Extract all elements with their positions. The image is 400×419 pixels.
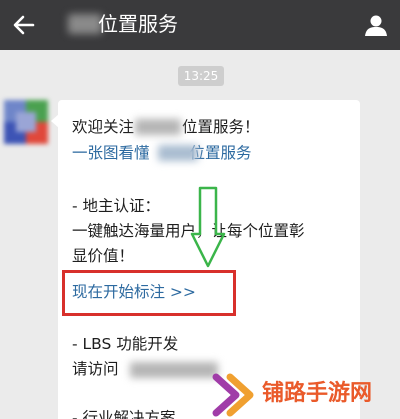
watermark-text: 铺路手游网 bbox=[262, 381, 373, 406]
article-link-prefix: 一张图看懂 bbox=[72, 144, 150, 162]
blurred-title-prefix bbox=[68, 14, 102, 34]
brand-logo-icon bbox=[212, 373, 254, 417]
back-button[interactable] bbox=[8, 9, 40, 41]
blurred-url bbox=[130, 362, 218, 378]
article-link-suffix: 位置服务 bbox=[189, 144, 252, 162]
visit-label: 请访问 bbox=[72, 360, 119, 378]
annotation-down-arrow-icon bbox=[190, 186, 226, 268]
avatar[interactable] bbox=[4, 100, 48, 144]
back-arrow-icon bbox=[13, 15, 35, 35]
section-text-line-2: 显价值！ bbox=[72, 247, 135, 265]
blurred-name bbox=[158, 145, 198, 161]
user-profile-icon bbox=[365, 15, 387, 36]
top-bar: 位置服务 bbox=[0, 0, 400, 50]
section-title-solutions: - 行业解决方案 bbox=[72, 409, 176, 419]
start-tagging-link[interactable]: 现在开始标注 >> bbox=[72, 280, 196, 304]
section-title-lbs: - LBS 功能开发 bbox=[72, 335, 179, 353]
section-title-landlord: - 地主认证： bbox=[72, 197, 161, 215]
welcome-prefix: 欢迎关注 bbox=[72, 118, 135, 136]
visit-text: 请访问 bbox=[72, 357, 119, 381]
section-text-line-1: 一键触达海量用户，让每个位置彰 bbox=[72, 222, 305, 240]
message-timestamp: 13:25 bbox=[178, 66, 224, 86]
welcome-suffix: 位置服务！ bbox=[182, 118, 260, 136]
chat-title: 位置服务 bbox=[98, 12, 178, 36]
blurred-name bbox=[135, 119, 181, 135]
profile-button[interactable] bbox=[360, 9, 392, 41]
